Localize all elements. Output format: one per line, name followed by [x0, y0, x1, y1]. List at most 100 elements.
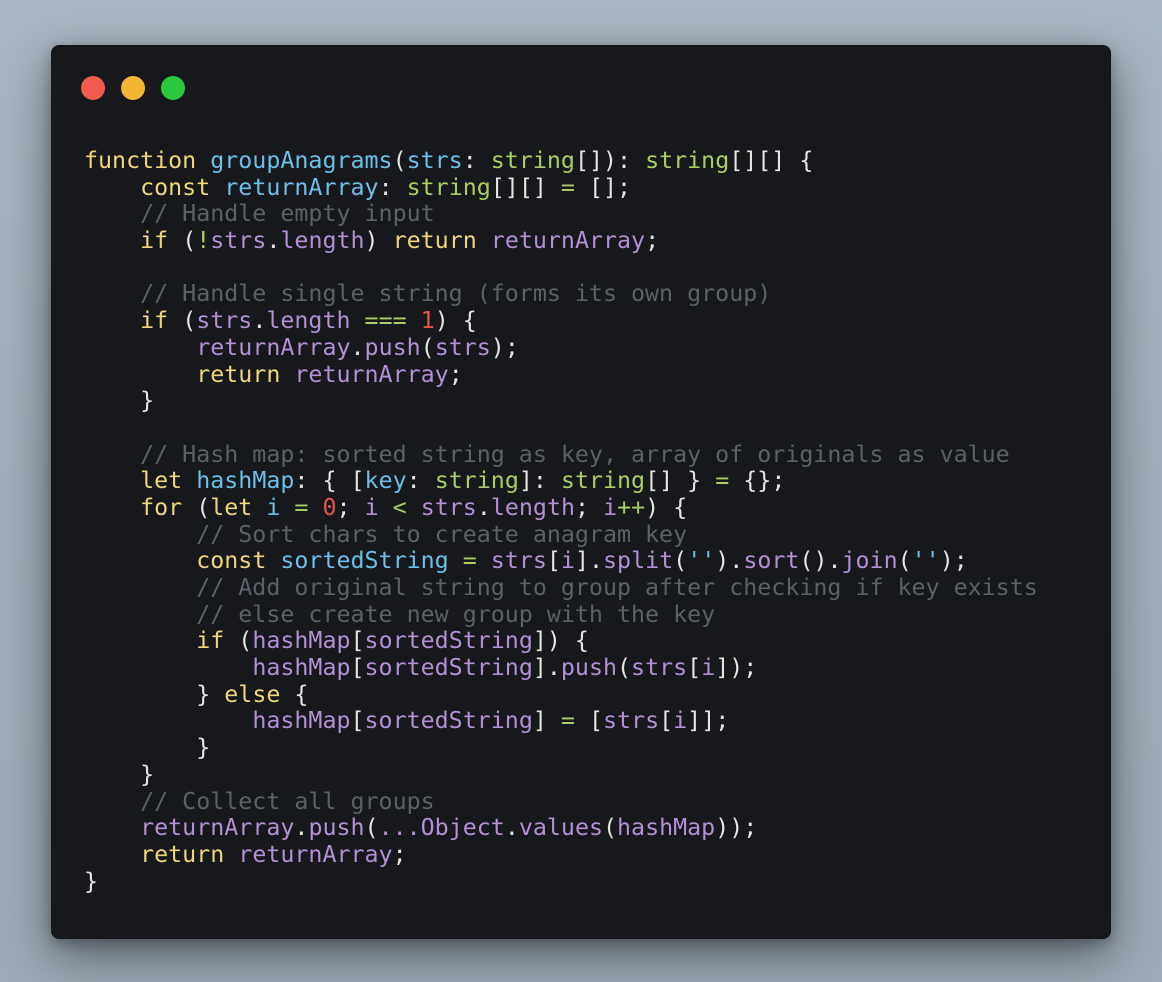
code-token: (	[673, 547, 688, 575]
code-token: i	[560, 547, 575, 575]
code-line: if (strs.length === 1) {	[84, 307, 1038, 335]
code-token: return	[196, 360, 295, 388]
close-dot-icon[interactable]	[81, 76, 105, 100]
code-token: .	[350, 333, 365, 361]
zoom-dot-icon[interactable]	[161, 76, 185, 100]
code-token: ===	[364, 307, 407, 335]
code-token: push	[560, 654, 618, 682]
code-token: ++	[617, 493, 646, 521]
code-token: return	[392, 227, 491, 255]
code-line: // Add original string to group after ch…	[84, 574, 1038, 602]
code-token: [] }	[645, 467, 716, 495]
code-token: split	[603, 547, 674, 575]
code-token: strs	[434, 333, 491, 361]
code-token: hashMap	[252, 654, 351, 682]
code-token: .	[504, 814, 519, 842]
code-token: key	[364, 467, 407, 495]
code-token: (	[182, 227, 197, 255]
code-token: ''	[911, 547, 940, 575]
code-token: returnArray	[140, 814, 295, 842]
code-line: return returnArray;	[84, 840, 1038, 869]
code-token: push	[364, 333, 421, 361]
code-token: returnArray	[224, 173, 379, 201]
code-line: hashMap[sortedString] = [strs[i]];	[84, 708, 1038, 735]
code-token: values	[518, 814, 603, 842]
code-token: // Hash map: sorted string as key, array…	[84, 440, 1010, 468]
code-token: hashMap	[617, 814, 716, 842]
code-token: sortedString	[280, 547, 449, 575]
code-token: strs	[603, 707, 660, 735]
code-line: let hashMap: { [key: string]: string[] }…	[84, 467, 1038, 495]
code-token: sort	[743, 547, 800, 575]
code-line: // Hash map: sorted string as key, array…	[84, 440, 1038, 469]
code-token: :	[378, 173, 407, 201]
code-token: i	[364, 493, 379, 521]
code-token: [	[574, 707, 603, 735]
code-token: sortedString	[364, 707, 533, 735]
code-token: strs	[196, 307, 253, 335]
code-token: 1	[420, 307, 435, 335]
code-line: const returnArray: string[][] = [];	[84, 173, 1038, 202]
code-token: string	[406, 173, 491, 201]
code-token: strs	[210, 227, 267, 255]
code-token: hashMap	[252, 707, 351, 735]
code-token: {};	[729, 467, 786, 495]
code-token: ;	[575, 493, 604, 521]
code-token: i	[266, 493, 281, 521]
code-token: <	[392, 493, 407, 521]
code-token: );	[490, 333, 519, 361]
code-token: }	[84, 867, 99, 895]
code-token: [	[350, 707, 365, 735]
code-token: !	[196, 227, 211, 255]
code-token: [];	[574, 173, 632, 201]
code-token: (	[182, 307, 197, 335]
code-token: string	[645, 147, 730, 174]
code-token: return	[140, 840, 239, 868]
code-token: );	[939, 547, 968, 575]
minimize-dot-icon[interactable]	[121, 76, 145, 100]
code-token: Object	[420, 814, 505, 842]
code-token: string	[490, 147, 575, 174]
code-block: function groupAnagrams(strs: string[]): …	[84, 147, 1038, 895]
code-token: i	[701, 654, 716, 682]
code-token: (	[897, 547, 912, 575]
code-window: function groupAnagrams(strs: string[]): …	[51, 45, 1111, 939]
code-token: // Handle empty input	[84, 200, 435, 228]
code-token: (	[420, 333, 435, 361]
code-token: =	[560, 707, 575, 735]
code-token: ) {	[434, 307, 477, 335]
code-line: // Sort chars to create anagram key	[84, 521, 1038, 549]
code-token: (	[364, 814, 379, 842]
code-token: else	[224, 680, 295, 708]
code-token: string	[560, 467, 646, 495]
code-line: // else create new group with the key	[84, 601, 1038, 629]
code-token: ''	[687, 547, 716, 575]
code-token: =	[715, 467, 730, 495]
code-token: if	[196, 627, 239, 655]
code-token: hashMap	[252, 627, 351, 655]
code-line: }	[84, 387, 1038, 415]
code-token: groupAnagrams	[210, 147, 393, 174]
code-token: .	[476, 493, 491, 521]
code-token: length	[280, 227, 365, 255]
code-token: [	[350, 627, 365, 655]
code-token: const	[140, 173, 225, 201]
code-token: ...	[378, 814, 421, 842]
code-token: for	[140, 493, 197, 521]
code-line: }	[84, 761, 1038, 789]
code-token: .	[266, 227, 281, 255]
code-token: returnArray	[490, 227, 646, 255]
